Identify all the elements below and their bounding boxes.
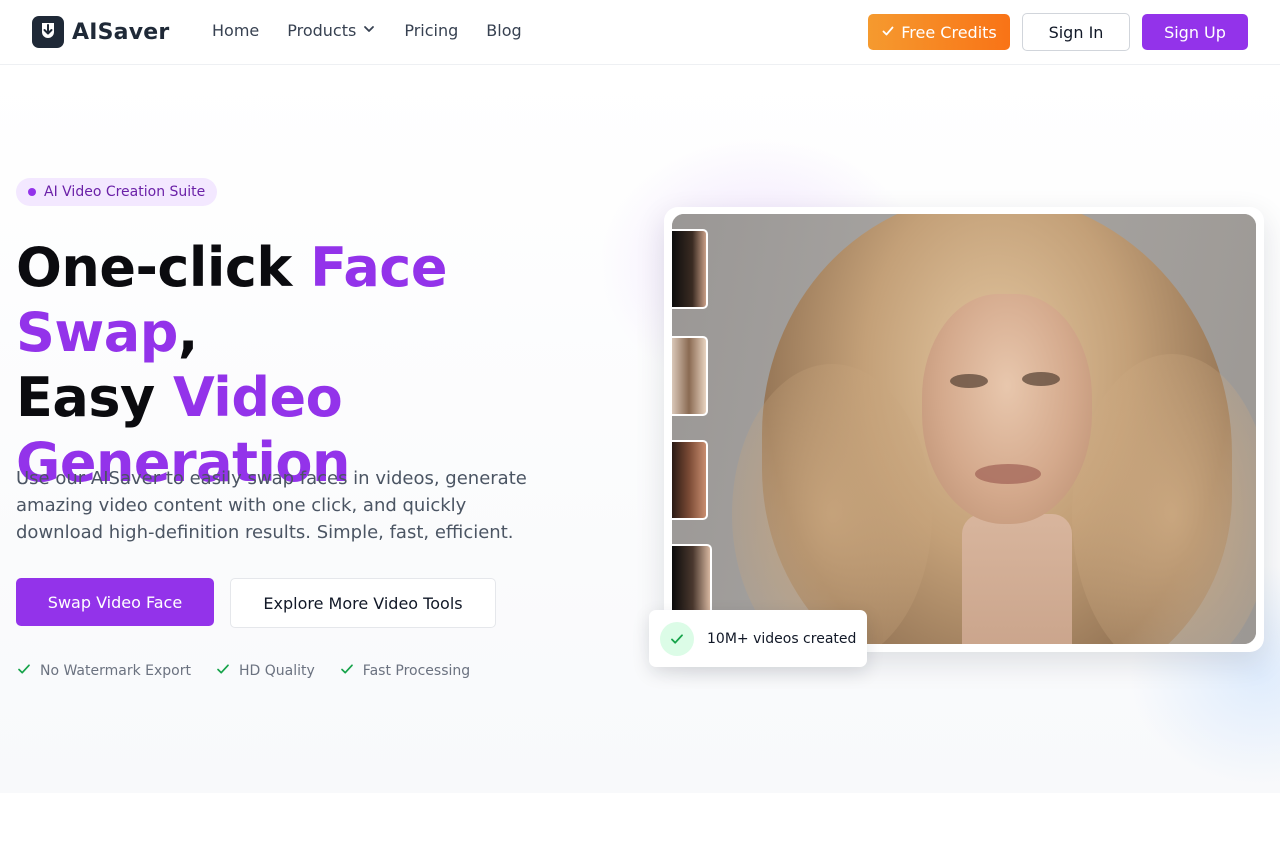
explore-video-tools-button[interactable]: Explore More Video Tools xyxy=(230,578,496,628)
hero-description: Use our AISaver to easily swap faces in … xyxy=(16,468,527,543)
next-section xyxy=(0,793,1280,853)
nav-item-home[interactable]: Home xyxy=(212,21,259,40)
feature-label: No Watermark Export xyxy=(40,663,191,679)
nav-label: Products xyxy=(287,21,357,40)
nav-label: Pricing xyxy=(404,21,459,40)
check-icon xyxy=(339,661,355,681)
face-swap-preview-image xyxy=(672,214,1256,644)
dot-icon xyxy=(28,188,36,196)
headline-text: Easy xyxy=(16,366,173,429)
feature-label: Fast Processing xyxy=(362,663,471,679)
headline-text: , xyxy=(177,301,199,364)
check-icon xyxy=(881,23,895,42)
source-face-thumbnail[interactable] xyxy=(672,440,708,520)
check-icon xyxy=(215,661,231,681)
brand-name: AISaver xyxy=(72,19,170,45)
headline-text: One-click xyxy=(16,236,311,299)
sign-up-button[interactable]: Sign Up xyxy=(1142,14,1248,50)
nav-item-products[interactable]: Products xyxy=(287,21,376,40)
feature-item: Fast Processing xyxy=(339,661,470,681)
videos-created-stat: 10M+ videos created xyxy=(649,610,867,667)
category-badge: AI Video Creation Suite xyxy=(16,178,218,206)
check-icon xyxy=(16,661,32,681)
face-swap-preview-card xyxy=(664,207,1264,652)
site-header: AISaver Home Products Pricing Blog Free … xyxy=(0,0,1280,65)
sign-in-button[interactable]: Sign In xyxy=(1022,13,1130,51)
nav-label: Home xyxy=(212,21,260,40)
nav-label: Blog xyxy=(486,21,522,40)
brand-logo[interactable]: AISaver xyxy=(32,16,169,48)
hero-section: AI Video Creation Suite One-click Face S… xyxy=(0,65,1280,793)
headline-accent: Video xyxy=(172,366,343,429)
feature-item: HD Quality xyxy=(215,661,315,681)
check-circle-icon xyxy=(660,621,694,656)
free-credits-button[interactable]: Free Credits xyxy=(868,14,1010,50)
feature-item: No Watermark Export xyxy=(16,661,191,681)
free-credits-label: Free Credits xyxy=(901,22,997,42)
nav-item-blog[interactable]: Blog xyxy=(486,21,521,40)
feature-list: No Watermark Export HD Quality Fast Proc… xyxy=(16,661,470,681)
chevron-down-icon xyxy=(362,21,376,40)
source-face-thumbnail[interactable] xyxy=(672,336,708,416)
source-face-thumbnail[interactable] xyxy=(672,229,708,309)
download-shield-icon xyxy=(32,16,64,48)
hero-headline: One-click Face Swap, Easy Video Generati… xyxy=(16,235,636,495)
main-nav: Home Products Pricing Blog xyxy=(212,21,550,40)
feature-label: HD Quality xyxy=(239,663,315,679)
swap-video-face-button[interactable]: Swap Video Face xyxy=(16,578,214,626)
category-badge-label: AI Video Creation Suite xyxy=(44,184,206,200)
videos-created-label: 10M+ videos created xyxy=(707,630,857,647)
nav-item-pricing[interactable]: Pricing xyxy=(404,21,458,40)
